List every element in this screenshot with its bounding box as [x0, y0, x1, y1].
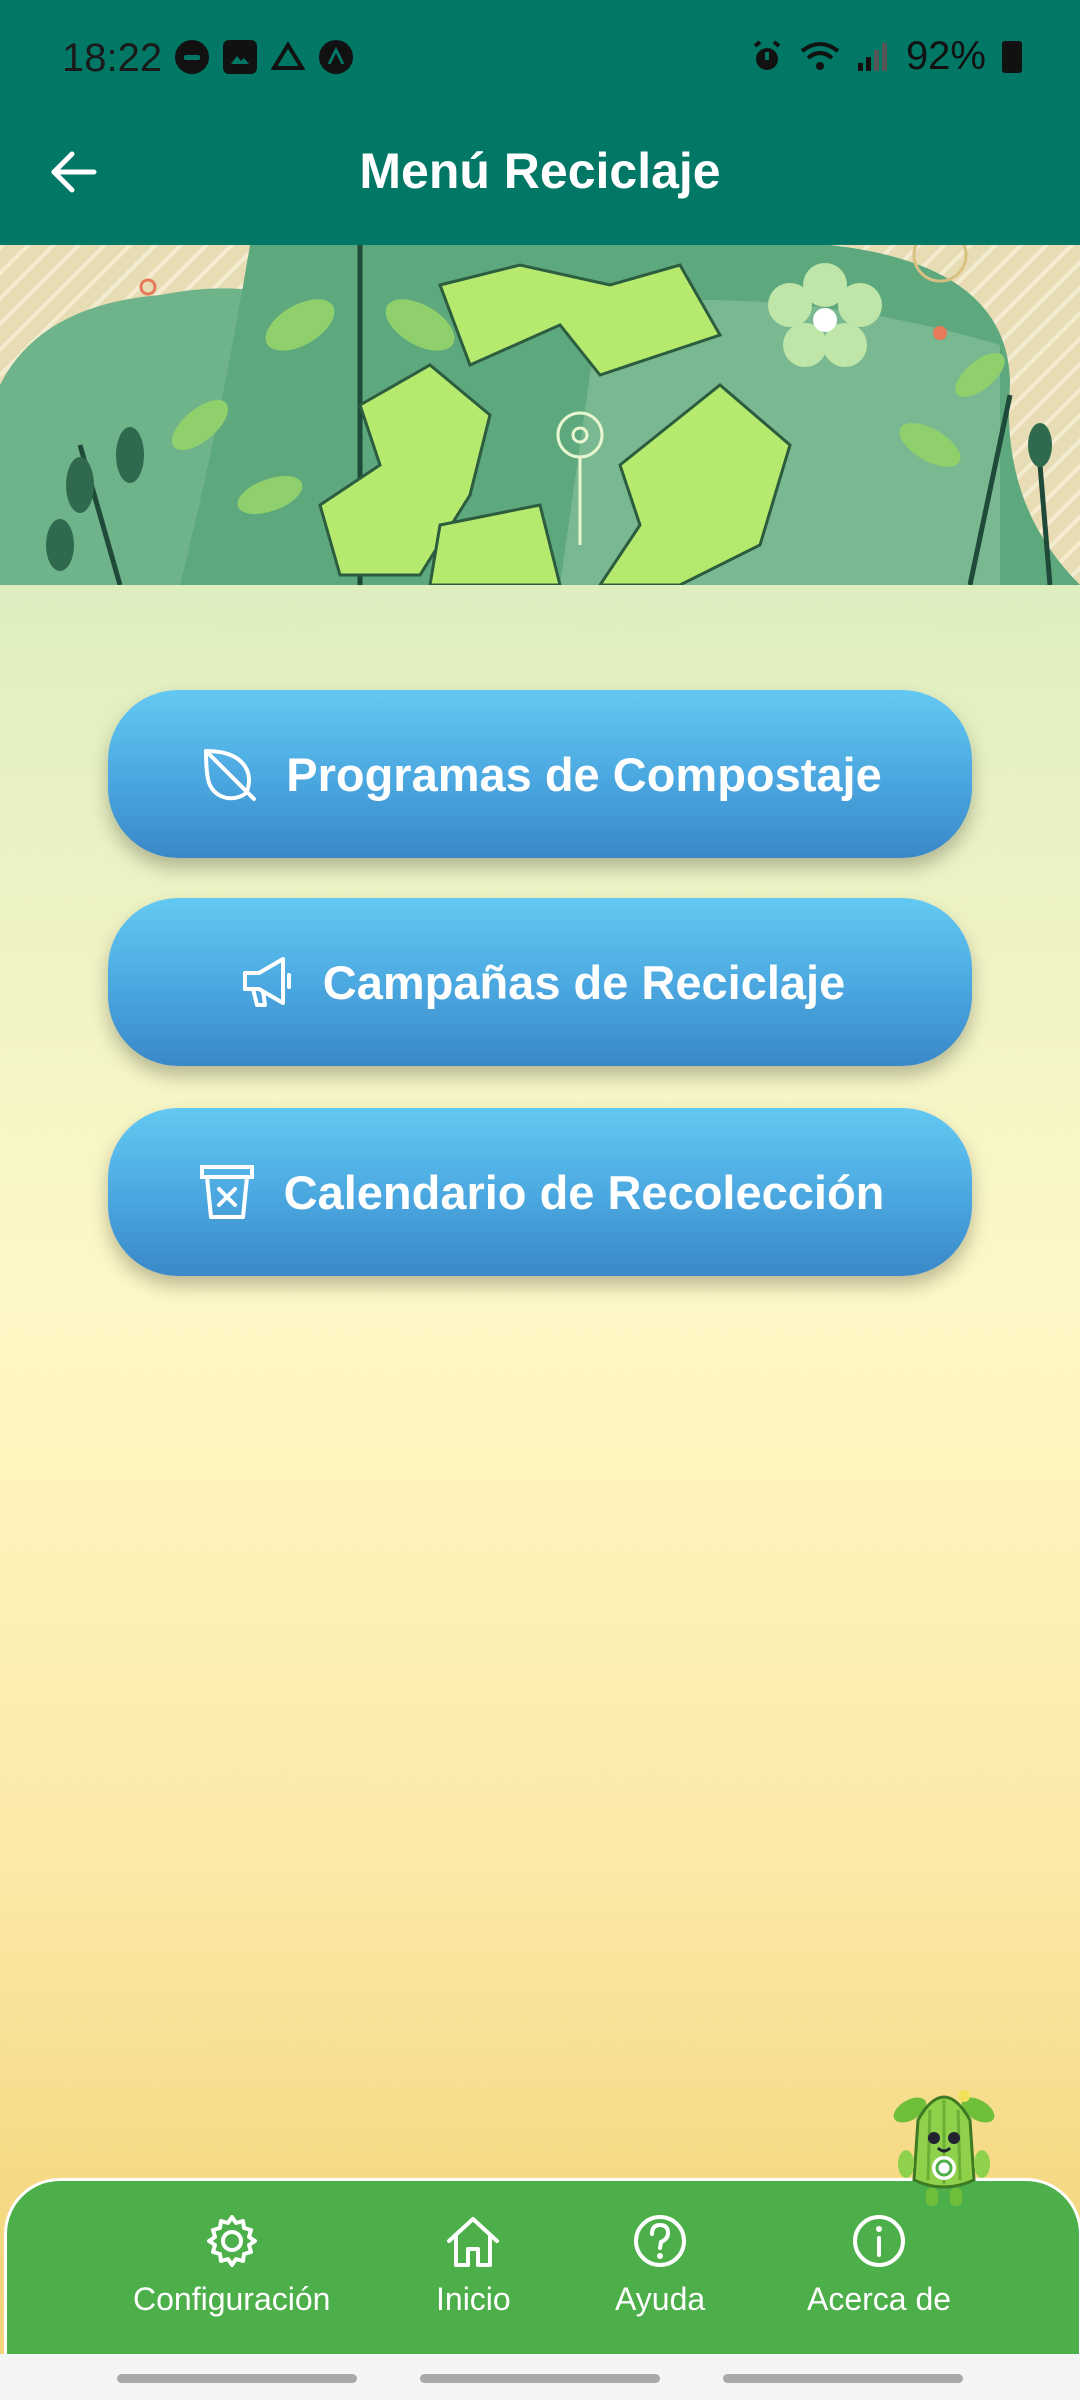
gear-icon: [206, 2215, 257, 2267]
mascot-image[interactable]: [888, 2080, 1000, 2215]
do-not-disturb-icon: [175, 40, 209, 74]
battery-percent: 92%: [905, 34, 986, 78]
recycling-banner-image: [0, 245, 1080, 585]
info-icon: [853, 2215, 906, 2267]
status-bar: 18:22 92%: [0, 0, 1080, 120]
collection-calendar-label: Calendario de Recolección: [283, 1165, 885, 1219]
megaphone-icon: [242, 957, 291, 1007]
composting-programs-button[interactable]: Programas de Compostaje: [108, 690, 972, 858]
leaf-icon: [204, 749, 257, 801]
app-bar: Menú Reciclaje: [0, 120, 1080, 245]
nav-about[interactable]: Acerca de: [807, 2211, 951, 2318]
drive-icon: [271, 40, 305, 74]
nav-home[interactable]: Inicio: [436, 2211, 511, 2318]
composting-programs-label: Programas de Compostaje: [286, 747, 882, 801]
gesture-bar: [0, 2354, 1080, 2400]
app-icon: [319, 40, 353, 74]
nav-help[interactable]: Ayuda: [615, 2211, 705, 2318]
collection-calendar-button[interactable]: Calendario de Recolección: [108, 1108, 972, 1276]
help-icon: [634, 2215, 687, 2267]
battery-icon: [1002, 40, 1022, 73]
nav-settings-label: Configuración: [133, 2281, 331, 2317]
signal-icon: [857, 42, 887, 71]
notification-icons: [175, 40, 353, 74]
system-icons: 92%: [750, 34, 1022, 79]
wifi-icon: [800, 41, 840, 70]
nav-help-label: Ayuda: [615, 2281, 706, 2317]
nav-about-label: Acerca de: [807, 2281, 952, 2317]
nav-home-label: Inicio: [436, 2281, 511, 2317]
nav-settings[interactable]: Configuración: [133, 2211, 330, 2318]
gesture-handle: [420, 2374, 660, 2383]
alarm-icon: [753, 39, 781, 70]
recycling-campaigns-button[interactable]: Campañas de Reciclaje: [108, 898, 972, 1066]
gesture-handle: [117, 2374, 357, 2383]
bin-icon: [199, 1165, 254, 1219]
home-icon: [447, 2217, 500, 2267]
status-time: 18:22: [62, 36, 163, 80]
image-icon: [223, 40, 257, 74]
recycling-campaigns-label: Campañas de Reciclaje: [322, 955, 846, 1009]
gesture-handle: [723, 2374, 963, 2383]
page-title: Menú Reciclaje: [359, 143, 721, 199]
